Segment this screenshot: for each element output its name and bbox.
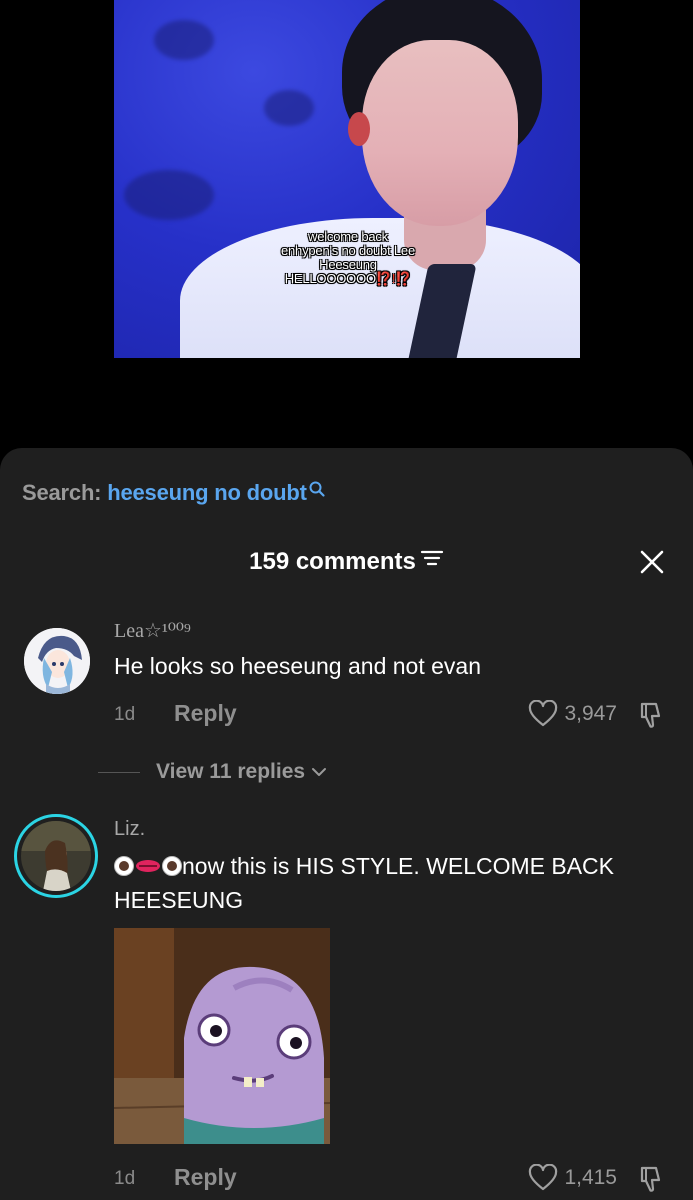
heart-icon bbox=[529, 1164, 558, 1191]
video-figure-face bbox=[362, 40, 518, 226]
like-count: 1,415 bbox=[564, 1166, 617, 1189]
eye-emoji bbox=[162, 856, 182, 876]
avatar-with-story-ring[interactable] bbox=[14, 814, 98, 898]
comment-username[interactable]: Lea☆¹⁰⁰⁹ bbox=[114, 618, 191, 643]
sort-icon[interactable] bbox=[420, 547, 444, 575]
comments-header: 159 comments bbox=[0, 548, 693, 576]
close-icon[interactable] bbox=[638, 548, 666, 576]
comment-username[interactable]: Liz. bbox=[114, 818, 145, 841]
caption-line: HELLOOOOOO⁉️!⁉️ bbox=[274, 272, 422, 286]
comment-text: He looks so heeseung and not evan bbox=[114, 653, 481, 679]
reply-button[interactable]: Reply bbox=[174, 1164, 237, 1191]
background-bokeh bbox=[124, 170, 214, 220]
caption-line: enhypen's no doubt Lee bbox=[281, 243, 415, 258]
lips-emoji bbox=[136, 860, 160, 872]
comment-count: 159 comments bbox=[249, 548, 416, 575]
like-button[interactable]: 3,947 bbox=[528, 700, 617, 728]
caption-line: welcome back bbox=[308, 229, 388, 244]
comment-age: 1d bbox=[114, 704, 136, 725]
view-replies-button[interactable]: View 11 replies bbox=[98, 760, 327, 784]
comment-meta: 1d Reply bbox=[114, 700, 237, 726]
comment-sticker-image[interactable] bbox=[114, 928, 330, 1144]
view-replies-label: View 11 replies bbox=[156, 760, 306, 783]
eye-emoji bbox=[114, 856, 134, 876]
search-label: Search: bbox=[22, 480, 102, 505]
in-ear-monitor bbox=[348, 112, 370, 146]
dislike-icon[interactable] bbox=[637, 1164, 667, 1194]
caption-punctuation: ⁉️!⁉️ bbox=[375, 271, 412, 286]
dislike-icon[interactable] bbox=[637, 700, 667, 730]
comment-age: 1d bbox=[114, 1168, 136, 1189]
replies-divider bbox=[98, 771, 140, 773]
caption-text: HELLOOOOOO bbox=[284, 271, 376, 286]
comment-meta: 1d Reply bbox=[114, 1164, 237, 1190]
emoji-eyes-lips bbox=[114, 853, 182, 879]
chevron-down-icon bbox=[311, 760, 327, 784]
video-caption: welcome back enhypen's no doubt Lee Hees… bbox=[274, 230, 422, 286]
reply-button[interactable]: Reply bbox=[174, 700, 237, 727]
like-button[interactable]: 1,415 bbox=[528, 1164, 617, 1192]
like-count: 3,947 bbox=[564, 702, 617, 725]
avatar[interactable] bbox=[24, 628, 90, 694]
heart-icon bbox=[529, 700, 558, 727]
comments-sheet: Search: heeseung no doubt 159 comments L… bbox=[0, 448, 693, 1200]
search-suggestion[interactable]: Search: heeseung no doubt bbox=[22, 480, 326, 506]
search-icon bbox=[308, 478, 326, 504]
video-player[interactable]: welcome back enhypen's no doubt Lee Hees… bbox=[114, 0, 580, 358]
search-query-link[interactable]: heeseung no doubt bbox=[107, 480, 307, 505]
comment-text: now this is HIS STYLE. WELCOME BACK HEES… bbox=[114, 849, 674, 917]
background-bokeh bbox=[154, 20, 214, 60]
comment-text-body: now this is HIS STYLE. WELCOME BACK HEES… bbox=[114, 853, 615, 913]
background-bokeh bbox=[264, 90, 314, 126]
caption-line: Heeseung bbox=[319, 257, 377, 272]
